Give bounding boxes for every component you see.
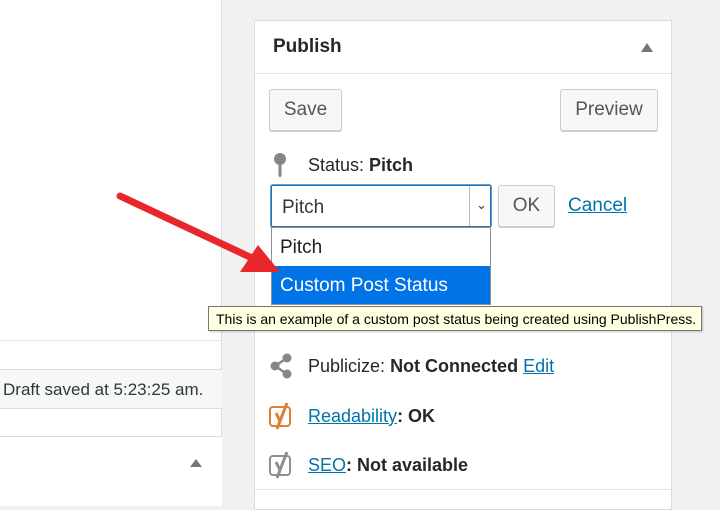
readability-value: : OK — [397, 405, 436, 426]
pin-icon — [274, 153, 286, 177]
tooltip: This is an example of a custom post stat… — [208, 306, 703, 331]
draft-status-text: Draft saved at 5:23:25 am. — [0, 369, 222, 409]
chevron-down-icon[interactable]: ⌄ — [469, 186, 490, 226]
post-status-select[interactable]: Pitch ⌄ — [271, 185, 491, 227]
publicize-value: Not Connected — [390, 355, 519, 376]
yoast-icon — [268, 451, 294, 479]
divider — [254, 489, 672, 490]
post-status: Status: Pitch — [308, 155, 413, 176]
triangle-up-icon[interactable] — [641, 43, 653, 52]
dropdown-option-custom-post-status[interactable]: Custom Post Status — [272, 266, 490, 304]
triangle-up-icon[interactable] — [190, 459, 202, 467]
editor-left-panel — [0, 0, 222, 497]
left-metabox — [0, 436, 222, 506]
cancel-link[interactable]: Cancel — [568, 195, 627, 217]
divider — [0, 340, 222, 341]
dropdown-option-pitch[interactable]: Pitch — [272, 228, 490, 266]
publicize-label: Publicize: — [308, 355, 386, 376]
status-value: Pitch — [369, 155, 414, 175]
save-button[interactable]: Save — [269, 89, 342, 131]
select-value: Pitch — [282, 197, 325, 218]
publish-metabox: Publish Save Preview Status: Pitch Pitch… — [254, 20, 672, 510]
seo-link[interactable]: SEO — [308, 455, 346, 476]
preview-button[interactable]: Preview — [560, 89, 658, 131]
yoast-icon — [268, 402, 294, 430]
publicize-edit-link[interactable]: Edit — [523, 356, 554, 377]
seo-row: SEO: Not available — [268, 451, 469, 479]
readability-row: Readability: OK — [268, 402, 436, 430]
publicize-row: Publicize: Not Connected Edit — [268, 353, 554, 379]
seo-value: : Not available — [346, 454, 469, 475]
share-icon — [268, 353, 294, 379]
status-dropdown: Pitch Custom Post Status — [271, 227, 491, 305]
publish-header: Publish — [255, 21, 671, 74]
ok-button[interactable]: OK — [498, 185, 555, 227]
status-label: Status: — [308, 155, 365, 175]
publish-title: Publish — [273, 36, 342, 57]
readability-link[interactable]: Readability — [308, 406, 397, 427]
